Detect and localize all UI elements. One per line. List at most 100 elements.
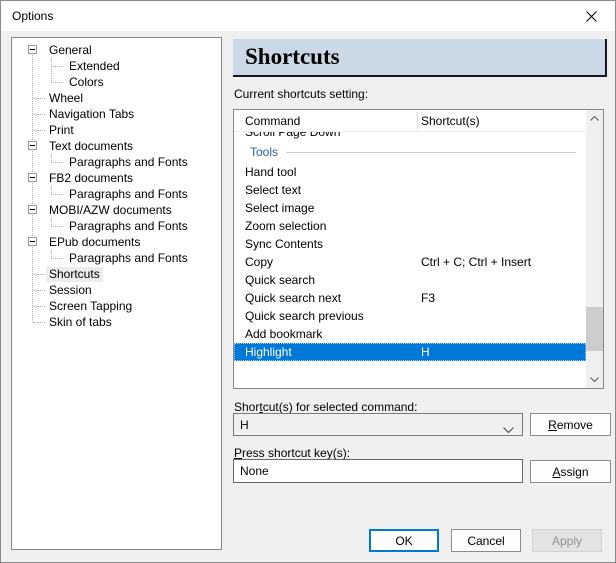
tree-item-label: Shortcuts [46,266,103,282]
ok-button[interactable]: OK [369,529,439,552]
assign-button[interactable]: Assign [530,460,611,483]
tree-item-wheel[interactable]: Wheel [12,90,221,106]
tree-item-text-documents[interactable]: Text documents [12,138,221,154]
shortcut-combobox-value: H [240,417,249,432]
collapse-minus-icon[interactable] [28,205,37,214]
command-cell: Quick search next [245,291,342,305]
shortcuts-list-content: Command Shortcut(s) Scroll Page Down Too… [234,110,586,388]
tree-item-screen-tapping[interactable]: Screen Tapping [12,298,221,314]
tree-item-epub-documents[interactable]: EPub documents [12,234,221,250]
tree-item-label: Print [49,122,74,137]
shortcut-row-add-bookmark[interactable]: Add bookmark [234,325,586,343]
scroll-down-icon[interactable] [586,371,603,388]
title-bar: Options [1,1,615,31]
window-title: Options [12,9,54,23]
shortcut-row-quick-search-previous[interactable]: Quick search previous [234,307,586,325]
command-cell: Add bookmark [245,327,323,341]
tree-item-paragraphs-and-fonts[interactable]: Paragraphs and Fonts [12,186,221,202]
command-cell: Select image [245,201,315,215]
shortcut-cell: F3 [421,291,436,305]
list-scrollbar[interactable] [586,110,603,388]
press-shortcut-label: Press shortcut key(s): [234,446,351,460]
command-cell: Quick search [245,273,316,287]
settings-tree-panel: General Extended Colors Wheel Navigation Tab… [11,37,222,550]
tree-item-extended[interactable]: Extended [12,58,221,74]
command-cell: Hand tool [245,165,297,179]
close-icon[interactable] [569,2,614,30]
list-header: Command Shortcut(s) [234,110,586,132]
tree-item-paragraphs-and-fonts[interactable]: Paragraphs and Fonts [12,154,221,170]
cancel-button[interactable]: Cancel [451,529,521,552]
scrollbar-thumb[interactable] [586,307,603,351]
tree-item-mobi-azw-documents[interactable]: MOBI/AZW documents [12,202,221,218]
chevron-down-icon [503,422,514,436]
tree-item-label: FB2 documents [49,170,134,185]
scroll-up-icon[interactable] [586,110,603,127]
command-cell: Zoom selection [245,219,327,233]
tree-item-session[interactable]: Session [12,282,221,298]
shortcut-row-copy[interactable]: Copy Ctrl + C; Ctrl + Insert [234,253,586,271]
command-cell: Quick search previous [245,309,364,323]
command-cell: Select text [245,183,302,197]
options-tree: General Extended Colors Wheel Navigation Tab… [12,38,221,330]
tree-item-fb2-documents[interactable]: FB2 documents [12,170,221,186]
tree-item-general[interactable]: General [12,42,221,58]
shortcut-row-hand-tool[interactable]: Hand tool [234,163,586,181]
command-column-header[interactable]: Command [245,114,300,128]
shortcut-row-quick-search[interactable]: Quick search [234,271,586,289]
tree-item-label: Session [49,282,92,297]
list-rows: Hand tool Select text Select image Zoom sel… [234,163,586,361]
clipped-list-row[interactable]: Scroll Page Down [234,132,586,141]
tree-item-navigation-tabs[interactable]: Navigation Tabs [12,106,221,122]
shortcut-cell: Ctrl + C; Ctrl + Insert [421,255,532,269]
command-cell: Highlight [245,345,292,359]
tree-item-paragraphs-and-fonts[interactable]: Paragraphs and Fonts [12,218,221,234]
clipped-row-label: Scroll Page Down [245,132,341,139]
shortcut-row-quick-search-next[interactable]: Quick search next F3 [234,289,586,307]
shortcut-row-select-text[interactable]: Select text [234,181,586,199]
command-cell: Sync Contents [245,237,324,251]
tree-item-label: Text documents [49,138,134,153]
tree-item-label: Paragraphs and Fonts [69,218,188,233]
column-separator [417,112,418,130]
collapse-minus-icon[interactable] [28,173,37,182]
tree-item-shortcuts[interactable]: Shortcuts [12,266,221,282]
shortcut-combobox[interactable]: H [233,413,523,436]
shortcut-row-select-image[interactable]: Select image [234,199,586,217]
tools-group-header: Tools [234,141,586,163]
shortcut-key-input-value: None [240,464,269,478]
shortcut-column-header[interactable]: Shortcut(s) [421,114,480,128]
collapse-minus-icon[interactable] [28,237,37,246]
shortcut-row-zoom-selection[interactable]: Zoom selection [234,217,586,235]
remove-button[interactable]: Remove [530,413,611,436]
tree-item-label: Navigation Tabs [49,106,135,121]
group-label: Tools [250,145,279,159]
tree-item-label: Screen Tapping [49,298,133,313]
page-title: Shortcuts [245,44,340,69]
shortcut-cell: H [421,345,430,359]
shortcuts-list[interactable]: Command Shortcut(s) Scroll Page Down Too… [233,109,604,389]
tree-item-label: Skin of tabs [49,314,112,329]
collapse-minus-icon[interactable] [28,45,37,54]
shortcut-key-input[interactable]: None [233,459,523,483]
shortcut-row-sync-contents[interactable]: Sync Contents [234,235,586,253]
tree-item-label: Paragraphs and Fonts [69,154,188,169]
tree-item-label: Paragraphs and Fonts [69,250,188,265]
apply-button[interactable]: Apply [532,529,602,552]
tree-item-label: Paragraphs and Fonts [69,186,188,201]
tree-item-colors[interactable]: Colors [12,74,221,90]
tree-item-label: Extended [69,58,120,73]
collapse-minus-icon[interactable] [28,141,37,150]
tree-item-label: EPub documents [49,234,141,249]
tree-item-label: Colors [69,74,104,89]
tree-item-skin-of-tabs[interactable]: Skin of tabs [12,314,221,330]
tree-item-label: MOBI/AZW documents [49,202,172,217]
page-header-banner: Shortcuts [233,39,607,77]
options-dialog: Options General Extended Colors Wheel Naviga… [0,0,616,563]
tree-item-paragraphs-and-fonts[interactable]: Paragraphs and Fonts [12,250,221,266]
tree-item-print[interactable]: Print [12,122,221,138]
shortcut-row-highlight[interactable]: Highlight H [234,343,586,361]
tree-item-label: Wheel [49,90,84,105]
command-cell: Copy [245,255,274,269]
group-divider-line [286,151,576,153]
